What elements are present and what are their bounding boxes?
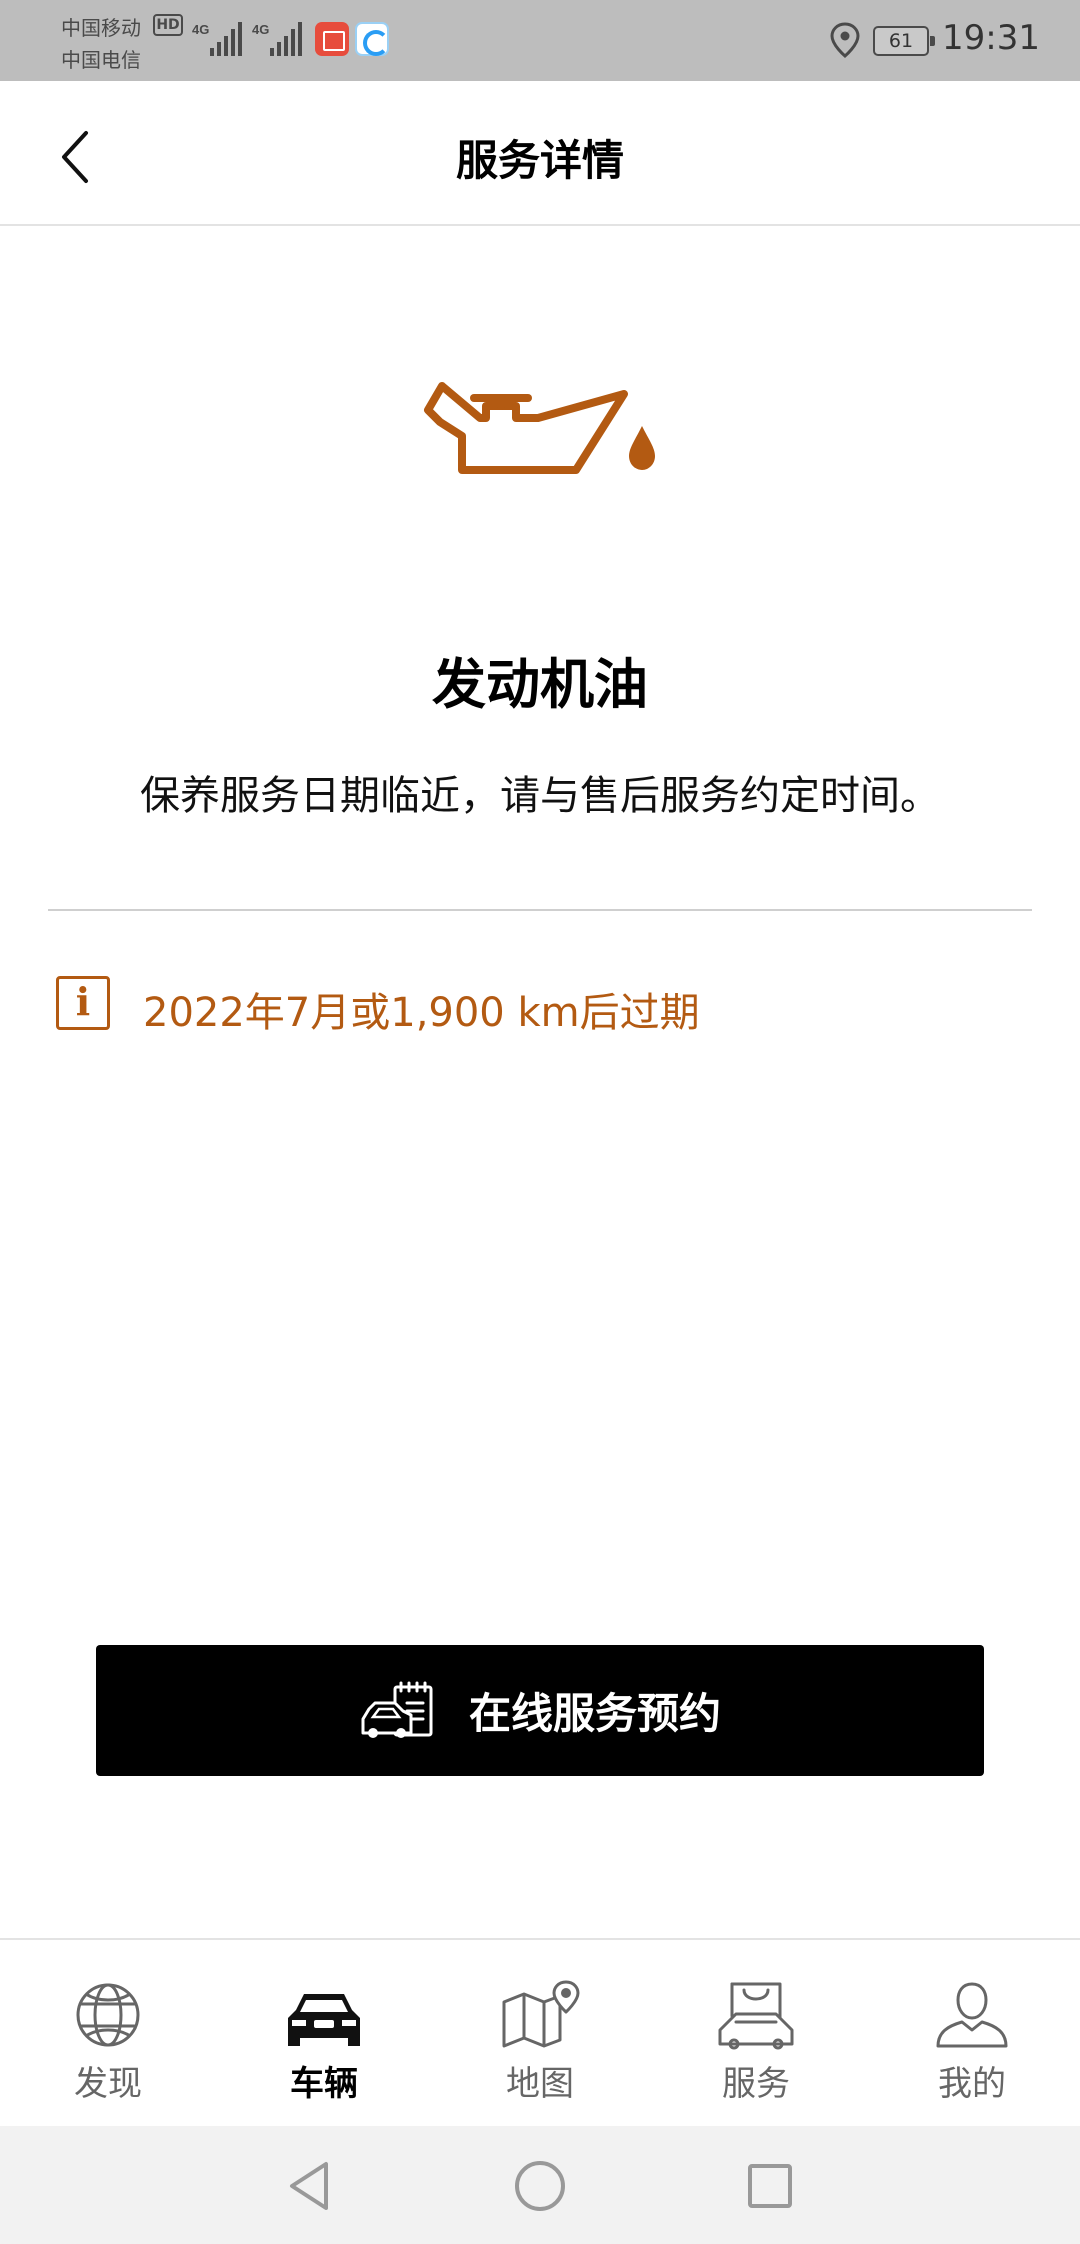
nav-item-vehicle[interactable]: 车辆 <box>216 1940 432 2128</box>
nav-label-service: 服务 <box>722 2064 790 2104</box>
recents-square-icon[interactable] <box>740 2156 800 2216</box>
bottom-nav: 发现 车辆 地图 服务 我的 <box>0 1938 1080 2126</box>
signal-2-icon: 4G <box>252 22 302 56</box>
network-2-label: 4G <box>252 22 269 37</box>
car-booking-icon <box>361 1681 433 1738</box>
location-icon <box>830 22 860 58</box>
nav-label-discover: 发现 <box>74 2064 142 2104</box>
network-1-label: 4G <box>192 22 209 37</box>
signal-1-icon: 4G <box>192 22 242 56</box>
app-screen: 中国移动 中国电信 HD 4G 4G 61 19:31 服务详情 发动机油 保养… <box>0 0 1080 2244</box>
service-description: 保养服务日期临近，请与售后服务约定时间。 <box>140 773 940 819</box>
nav-item-service[interactable]: 服务 <box>648 1940 864 2128</box>
browser-app-icon <box>355 22 389 56</box>
service-due-text: 2022年7月或1,900 km后过期 <box>143 990 700 1036</box>
carrier-1-label: 中国移动 <box>61 16 141 40</box>
nav-item-discover[interactable]: 发现 <box>0 1940 216 2128</box>
nav-label-profile: 我的 <box>938 2064 1006 2104</box>
nav-label-map: 地图 <box>506 2064 574 2104</box>
hd-badge: HD <box>153 14 183 36</box>
back-triangle-icon[interactable] <box>280 2156 340 2216</box>
nav-item-profile[interactable]: 我的 <box>864 1940 1080 2128</box>
clock: 19:31 <box>942 18 1040 58</box>
battery-indicator: 61 <box>873 26 935 56</box>
oil-can-icon <box>424 382 655 474</box>
nav-item-map[interactable]: 地图 <box>432 1940 648 2128</box>
system-nav-bar <box>0 2126 1080 2244</box>
map-icon <box>502 1980 580 2048</box>
info-icon: i <box>56 976 110 1030</box>
reader-app-icon <box>315 22 349 56</box>
status-bar: 中国移动 中国电信 HD 4G 4G 61 19:31 <box>0 0 1080 81</box>
header-bar: 服务详情 <box>0 81 1080 226</box>
nav-label-vehicle: 车辆 <box>290 2064 358 2104</box>
service-title: 发动机油 <box>432 653 648 716</box>
online-service-booking-button[interactable]: 在线服务预约 <box>96 1645 984 1776</box>
divider <box>48 909 1032 911</box>
carrier-2-label: 中国电信 <box>61 48 141 72</box>
booking-button-label: 在线服务预约 <box>468 1689 721 1738</box>
page-title: 服务详情 <box>455 136 624 185</box>
home-circle-icon[interactable] <box>510 2156 570 2216</box>
car-icon <box>288 1994 360 2046</box>
globe-icon <box>76 1983 140 2047</box>
service-icon <box>718 1982 794 2050</box>
profile-icon <box>936 1982 1008 2048</box>
